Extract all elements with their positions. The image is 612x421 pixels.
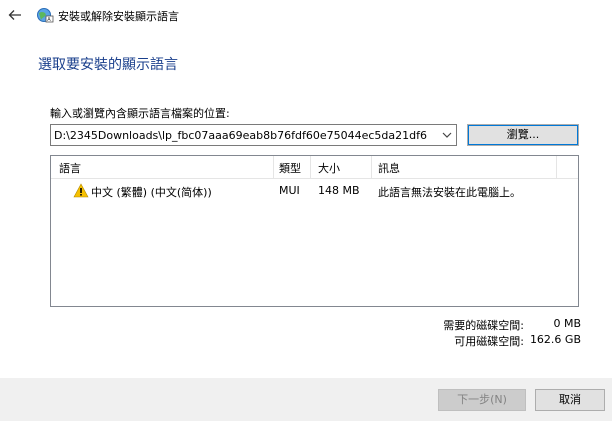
arrow-left-icon [8,10,21,20]
column-header-size[interactable]: 大小 [318,160,340,176]
column-header-type[interactable]: 類型 [279,160,301,176]
row-size: 148 MB [318,184,360,197]
available-space-value: 162.6 GB [529,333,581,346]
list-header: 語言 類型 大小 訊息 [51,156,578,179]
row-message: 此語言無法安裝在此電腦上。 [378,186,521,199]
required-space-label: 需要的磁碟空間: [443,319,524,332]
column-header-message[interactable]: 訊息 [378,160,400,176]
path-input-value: D:\2345Downloads\lp_fbc07aaa69eab8b76fdf… [54,129,427,142]
column-divider [556,156,557,178]
required-space-value: 0 MB [553,317,581,330]
page-heading: 選取要安裝的顯示語言 [38,57,178,73]
path-input[interactable]: D:\2345Downloads\lp_fbc07aaa69eab8b76fdf… [50,124,457,146]
next-button[interactable]: 下一步(N) [438,389,526,411]
title-bar: A 安裝或解除安裝顯示語言 [0,0,612,30]
browse-button[interactable]: 瀏覽... [467,124,579,146]
language-list[interactable]: 語言 類型 大小 訊息 中文 (繁體) (中文(简体)) MUI 148 MB … [50,155,579,307]
column-divider [273,156,274,178]
column-header-language[interactable]: 語言 [59,160,81,176]
footer-bar: 下一步(N) 取消 [0,378,612,421]
list-item[interactable]: 中文 (繁體) (中文(简体)) MUI 148 MB 此語言無法安裝在此電腦上… [51,182,578,200]
path-label: 輸入或瀏覽內含顯示語言檔案的位置: [50,107,230,120]
row-language: 中文 (繁體) (中文(简体)) [91,186,212,199]
column-divider [310,156,311,178]
chevron-down-icon[interactable] [440,128,454,142]
svg-text:A: A [47,17,51,23]
cancel-button[interactable]: 取消 [535,389,605,411]
warning-icon [73,183,89,198]
back-button[interactable] [6,6,24,24]
row-type: MUI [279,184,300,197]
globe-language-icon: A [37,8,54,23]
available-space-label: 可用磁碟空間: [454,335,524,348]
window-title: 安裝或解除安裝顯示語言 [58,10,179,23]
column-divider [371,156,372,178]
